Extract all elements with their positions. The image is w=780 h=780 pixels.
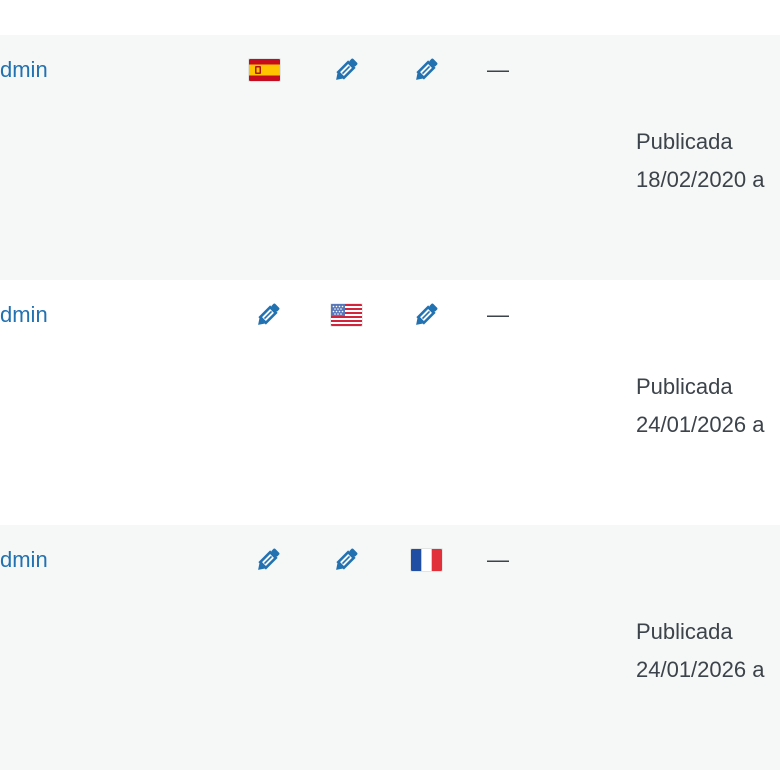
lang-flag-fr bbox=[406, 543, 446, 577]
edit-translation-button[interactable] bbox=[326, 53, 366, 87]
lang-flag-es bbox=[244, 53, 284, 87]
empty-cell-dash: — bbox=[487, 57, 509, 82]
status-label: Publicada bbox=[636, 129, 733, 154]
flag-us-icon bbox=[330, 304, 362, 326]
edit-translation-button[interactable] bbox=[406, 298, 446, 332]
status-label: Publicada bbox=[636, 374, 733, 399]
pencil-icon bbox=[258, 303, 280, 325]
author-link[interactable]: dmin bbox=[0, 545, 48, 575]
author-link[interactable]: dmin bbox=[0, 300, 48, 330]
post-status: Publicada 24/01/2026 a bbox=[636, 368, 764, 444]
status-date: 18/02/2020 a bbox=[636, 167, 765, 192]
pencil-icon bbox=[416, 58, 438, 80]
pencil-icon bbox=[336, 548, 358, 570]
table-row: dmin bbox=[0, 35, 780, 280]
pencil-icon bbox=[336, 58, 358, 80]
status-label: Publicada bbox=[636, 619, 733, 644]
edit-translation-button[interactable] bbox=[326, 543, 366, 577]
table-row: dmin bbox=[0, 525, 780, 770]
lang-flag-us bbox=[326, 298, 366, 332]
status-date: 24/01/2026 a bbox=[636, 412, 765, 437]
status-date: 24/01/2026 a bbox=[636, 657, 765, 682]
edit-translation-button[interactable] bbox=[248, 298, 288, 332]
flag-es-icon bbox=[248, 59, 280, 81]
pencil-icon bbox=[258, 548, 280, 570]
empty-cell-dash: — bbox=[487, 547, 509, 572]
pencil-icon bbox=[416, 303, 438, 325]
flag-fr-icon bbox=[410, 549, 442, 571]
post-status: Publicada 24/01/2026 a bbox=[636, 613, 764, 689]
post-status: Publicada 18/02/2020 a bbox=[636, 123, 764, 199]
posts-table: dmin — Publicada 18/02/2020 a dmin — Pub… bbox=[0, 0, 780, 780]
empty-cell-dash: — bbox=[487, 302, 509, 327]
table-row: dmin bbox=[0, 280, 780, 525]
edit-translation-button[interactable] bbox=[248, 543, 288, 577]
edit-translation-button[interactable] bbox=[406, 53, 446, 87]
author-link[interactable]: dmin bbox=[0, 55, 48, 85]
